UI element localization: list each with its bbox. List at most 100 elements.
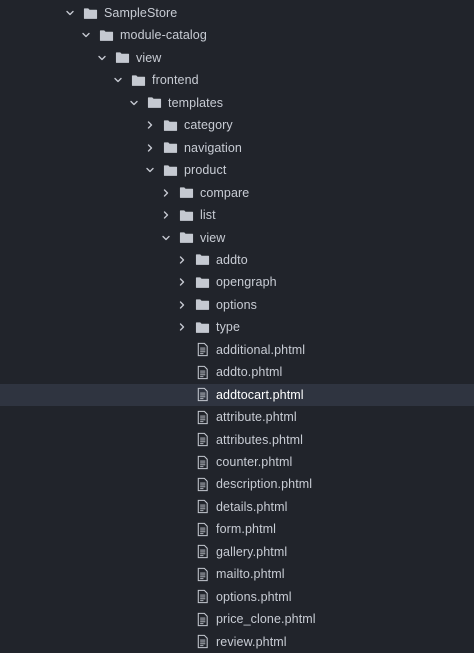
chevron-right-icon[interactable]: [142, 117, 158, 133]
tree-item-label: addto.phtml: [216, 365, 283, 380]
chevron-right-icon[interactable]: [158, 207, 174, 223]
folder-row-options[interactable]: options: [0, 294, 474, 316]
chevron-right-icon[interactable]: [174, 297, 190, 313]
file-row-counter-phtml[interactable]: counter.phtml: [0, 451, 474, 473]
tree-item-label: form.phtml: [216, 522, 277, 537]
folder-row-module-catalog[interactable]: module-catalog: [0, 24, 474, 46]
file-icon: [194, 521, 210, 537]
tree-item-label: gallery.phtml: [216, 544, 288, 559]
chevron-down-icon[interactable]: [110, 72, 126, 88]
folder-icon: [194, 274, 210, 290]
chevron-down-icon[interactable]: [62, 5, 78, 21]
folder-row-templates[interactable]: templates: [0, 92, 474, 114]
file-row-form-phtml[interactable]: form.phtml: [0, 518, 474, 540]
folder-row-view[interactable]: view: [0, 47, 474, 69]
folder-icon: [114, 50, 130, 66]
file-icon: [194, 342, 210, 358]
folder-row-addto[interactable]: addto: [0, 249, 474, 271]
tree-item-label: options: [216, 297, 258, 312]
file-row-options-phtml[interactable]: options.phtml: [0, 586, 474, 608]
chevron-down-icon[interactable]: [158, 230, 174, 246]
folder-row-view[interactable]: view: [0, 227, 474, 249]
chevron-right-icon[interactable]: [174, 319, 190, 335]
tree-item-label: module-catalog: [120, 28, 207, 43]
file-icon: [194, 454, 210, 470]
tree-item-label: SampleStore: [104, 6, 178, 20]
chevron-down-icon[interactable]: [78, 27, 94, 43]
folder-row-frontend[interactable]: frontend: [0, 69, 474, 91]
tree-item-label: category: [184, 118, 233, 133]
tree-item-label: view: [136, 50, 162, 65]
tree-item-label: additional.phtml: [216, 342, 306, 357]
tree-item-label: addto: [216, 252, 248, 267]
file-row-price-clone-phtml[interactable]: price_clone.phtml: [0, 608, 474, 630]
folder-icon: [194, 297, 210, 313]
tree-item-label: options.phtml: [216, 589, 292, 604]
chevron-down-icon[interactable]: [142, 162, 158, 178]
folder-row-compare[interactable]: compare: [0, 182, 474, 204]
file-row-details-phtml[interactable]: details.phtml: [0, 496, 474, 518]
folder-icon: [178, 230, 194, 246]
tree-item-label: navigation: [184, 140, 242, 155]
folder-icon: [98, 27, 114, 43]
chevron-right-icon[interactable]: [174, 252, 190, 268]
tree-item-label: addtocart.phtml: [216, 387, 304, 402]
tree-item-label: mailto.phtml: [216, 567, 285, 582]
folder-icon: [178, 185, 194, 201]
folder-row-type[interactable]: type: [0, 316, 474, 338]
folder-icon: [146, 95, 162, 111]
folder-row-product[interactable]: product: [0, 159, 474, 181]
file-row-addtocart-phtml[interactable]: addtocart.phtml: [0, 383, 474, 406]
folder-icon: [178, 207, 194, 223]
file-row-addto-phtml[interactable]: addto.phtml: [0, 361, 474, 383]
folder-icon: [194, 319, 210, 335]
tree-item-label: view: [200, 230, 226, 245]
chevron-down-icon[interactable]: [94, 50, 110, 66]
file-row-attribute-phtml[interactable]: attribute.phtml: [0, 406, 474, 428]
tree-item-label: price_clone.phtml: [216, 612, 316, 627]
tree-item-label: templates: [168, 95, 224, 110]
folder-icon: [162, 140, 178, 156]
file-icon: [194, 499, 210, 515]
folder-row-samplestore[interactable]: SampleStore: [0, 2, 474, 24]
file-icon: [194, 611, 210, 627]
folder-row-navigation[interactable]: navigation: [0, 137, 474, 159]
folder-row-category[interactable]: category: [0, 114, 474, 136]
file-row-review-phtml[interactable]: review.phtml: [0, 631, 474, 653]
tree-item-label: type: [216, 320, 241, 335]
file-row-description-phtml[interactable]: description.phtml: [0, 473, 474, 495]
file-icon: [194, 566, 210, 582]
chevron-right-icon[interactable]: [174, 274, 190, 290]
file-icon: [194, 476, 210, 492]
chevron-right-icon[interactable]: [158, 185, 174, 201]
file-row-gallery-phtml[interactable]: gallery.phtml: [0, 541, 474, 563]
tree-item-label: details.phtml: [216, 499, 288, 514]
tree-item-label: compare: [200, 185, 250, 200]
folder-row-opengraph[interactable]: opengraph: [0, 271, 474, 293]
folder-icon: [162, 162, 178, 178]
file-row-attributes-phtml[interactable]: attributes.phtml: [0, 429, 474, 451]
tree-item-label: product: [184, 163, 227, 178]
file-tree: SampleStore module-catalog view frontend tem…: [0, 0, 474, 653]
file-icon: [194, 364, 210, 380]
tree-item-label: attribute.phtml: [216, 410, 297, 425]
tree-item-label: attributes.phtml: [216, 432, 304, 447]
folder-icon: [130, 72, 146, 88]
file-icon: [194, 432, 210, 448]
file-icon: [194, 409, 210, 425]
tree-item-label: description.phtml: [216, 477, 313, 492]
file-icon: [194, 544, 210, 560]
tree-item-label: list: [200, 208, 216, 223]
file-row-mailto-phtml[interactable]: mailto.phtml: [0, 563, 474, 585]
folder-icon: [194, 252, 210, 268]
file-row-additional-phtml[interactable]: additional.phtml: [0, 339, 474, 361]
file-icon: [194, 387, 210, 403]
folder-icon: [82, 5, 98, 21]
chevron-right-icon[interactable]: [142, 140, 158, 156]
chevron-down-icon[interactable]: [126, 95, 142, 111]
folder-icon: [162, 117, 178, 133]
tree-item-label: counter.phtml: [216, 455, 293, 469]
folder-row-list[interactable]: list: [0, 204, 474, 226]
file-icon: [194, 634, 210, 650]
tree-item-label: frontend: [152, 73, 199, 88]
